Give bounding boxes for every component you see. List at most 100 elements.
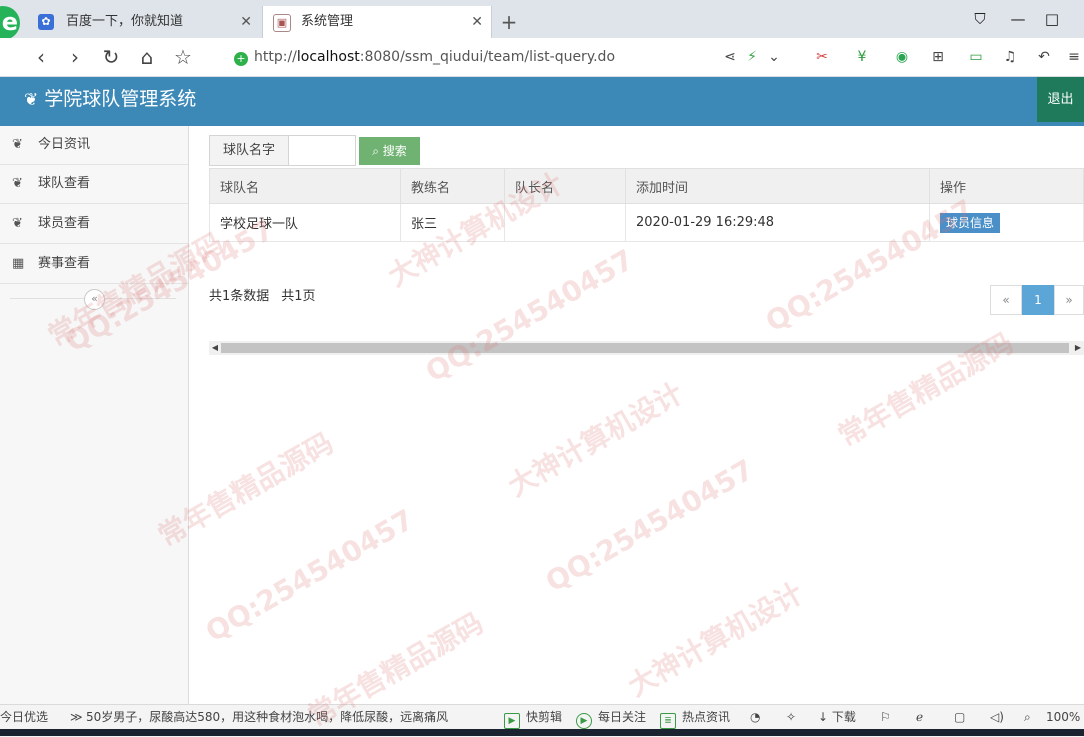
app-header: ❦ 学院球队管理系统 退出: [0, 77, 1084, 126]
tab-title: 百度一下，你就知道: [66, 14, 184, 29]
sidebar-item-teams[interactable]: ❦ 球队查看: [0, 165, 188, 204]
page-count: 共1页: [281, 289, 316, 304]
column-header-added: 添加时间: [625, 168, 930, 204]
tab-title: 系统管理: [301, 14, 354, 29]
next-page-button[interactable]: »: [1054, 285, 1084, 315]
status-featured[interactable]: 今日优选: [0, 705, 48, 729]
logout-button[interactable]: 退出: [1037, 77, 1084, 122]
sidebar-item-label: 球员查看: [38, 216, 91, 231]
search-icon: ⌕: [372, 144, 379, 158]
browser-tab-baidu[interactable]: ✿ 百度一下，你就知道 ✕: [28, 6, 260, 38]
play-icon: ▶: [504, 713, 520, 729]
watermark-qq: QQ:254540457: [540, 452, 760, 599]
battery-icon[interactable]: ▭: [966, 47, 986, 67]
url-host: localhost: [296, 49, 360, 65]
status-item-label: 每日关注: [598, 710, 647, 724]
sidebar-item-news[interactable]: ❦ 今日资讯: [0, 126, 188, 165]
favorite-star-icon[interactable]: ☆: [170, 44, 196, 70]
cell-captain: [504, 203, 626, 242]
status-item-hot[interactable]: ≣ 热点资讯: [660, 705, 730, 729]
app-title-text: 学院球队管理系统: [44, 88, 197, 110]
cell-added: 2020-01-29 16:29:48: [625, 203, 930, 242]
search-input[interactable]: [289, 135, 356, 166]
url-scheme: http://: [254, 49, 297, 65]
app-title: ❦ 学院球队管理系统: [24, 77, 196, 126]
headphones-icon[interactable]: ♫: [1000, 47, 1020, 67]
leaf-icon: ❦: [12, 137, 23, 152]
menu-icon[interactable]: ≡: [1064, 47, 1084, 67]
scroll-right-icon[interactable]: ▶: [1072, 341, 1084, 355]
player-info-button[interactable]: 球员信息: [940, 212, 1001, 233]
status-item-label: 下载: [831, 710, 856, 724]
scissors-icon[interactable]: ✂: [812, 47, 832, 67]
page-icon: ▣: [273, 14, 291, 32]
status-item-label: 热点资讯: [682, 710, 731, 724]
sidebar-item-label: 赛事查看: [38, 256, 91, 271]
column-header-team: 球队名: [209, 168, 401, 204]
chevron-down-icon[interactable]: ≫: [70, 705, 83, 729]
share-icon[interactable]: ⋖: [720, 47, 740, 67]
search-label: 球队名字: [209, 135, 289, 166]
download-icon: ↓: [818, 710, 832, 724]
tools-icon[interactable]: ✧: [786, 705, 796, 729]
secure-icon: +: [234, 52, 248, 66]
scroll-left-icon[interactable]: ◀: [209, 341, 221, 355]
sidebar-collapse-button[interactable]: «: [84, 289, 105, 310]
lightning-icon[interactable]: ⚡: [742, 47, 762, 67]
horizontal-scrollbar[interactable]: ◀ ▶: [209, 341, 1084, 355]
url-path: :8080/ssm_qiudui/team/list-query.do: [359, 49, 616, 65]
column-header-coach: 教练名: [400, 168, 505, 204]
browser-tab-bar: e ✿ 百度一下，你就知道 ✕ ▣ 系统管理 ✕ + ⛉ — □: [0, 0, 1084, 40]
maximize-button[interactable]: □: [1040, 8, 1064, 30]
search-button-label: 搜索: [382, 144, 407, 158]
undo-icon[interactable]: ↶: [1034, 47, 1054, 67]
sidebar-item-players[interactable]: ❦ 球员查看: [0, 205, 188, 244]
watermark-design: 大神计算机设计: [502, 376, 689, 503]
new-tab-button[interactable]: +: [497, 8, 521, 36]
play-icon: ▶: [576, 713, 592, 729]
sidebar: ❦ 今日资讯 ❦ 球队查看 ❦ 球员查看 ▦ 赛事查看 «: [0, 126, 189, 704]
address-bar[interactable]: + http://localhost:8080/ssm_qiudui/team/l…: [228, 43, 698, 71]
watermark-design: 大神计算机设计: [622, 576, 809, 703]
reader-icon[interactable]: ◉: [892, 47, 912, 67]
apps-icon[interactable]: ⊞: [928, 47, 948, 67]
news-icon: ≣: [660, 713, 676, 729]
ie-icon[interactable]: ℯ: [916, 705, 923, 729]
watermark-qq: QQ:254540457: [200, 502, 420, 649]
browser-logo-icon: e: [0, 6, 20, 40]
flag-icon[interactable]: ⚐: [880, 705, 891, 729]
chevron-down-icon[interactable]: ⌄: [764, 47, 784, 67]
calendar-icon: ▦: [12, 256, 25, 271]
scrollbar-thumb[interactable]: [221, 343, 1069, 353]
search-button[interactable]: ⌕ 搜索: [359, 137, 420, 165]
close-icon[interactable]: ✕: [471, 6, 483, 38]
prev-page-button[interactable]: «: [990, 285, 1022, 315]
volume-icon[interactable]: ◁): [990, 705, 1004, 729]
leaf-icon: ❦: [12, 176, 23, 191]
paw-icon: ✿: [38, 14, 54, 30]
zoom-icon[interactable]: ⌕: [1024, 705, 1031, 729]
status-item-daily[interactable]: ▶ 每日关注: [576, 705, 646, 729]
back-button[interactable]: ‹: [28, 44, 54, 70]
sidebar-item-matches[interactable]: ▦ 赛事查看: [0, 245, 188, 284]
browser-tab-system[interactable]: ▣ 系统管理 ✕: [262, 6, 492, 38]
refresh-button[interactable]: ↻: [98, 44, 124, 70]
forward-button[interactable]: ›: [62, 44, 88, 70]
window-icon[interactable]: ▢: [954, 705, 965, 729]
home-button[interactable]: ⌂: [134, 44, 160, 70]
cell-action: 球员信息: [929, 203, 1084, 242]
close-icon[interactable]: ✕: [240, 6, 252, 38]
leaf-icon: ❦: [12, 216, 23, 231]
zoom-level[interactable]: 100%: [1046, 705, 1080, 729]
os-taskbar: [0, 729, 1084, 736]
minimize-button[interactable]: —: [1006, 8, 1030, 30]
status-news[interactable]: 50岁男子，尿酸高达580，用这种食材泡水喝，降低尿酸，远离痛风: [86, 705, 448, 729]
table-header-row: 球队名 教练名 队长名 添加时间 操作: [209, 168, 1084, 204]
money-icon[interactable]: ¥: [852, 47, 872, 67]
page-button-current[interactable]: 1: [1022, 285, 1054, 315]
cell-team: 学校足球一队: [209, 203, 401, 242]
accelerate-icon[interactable]: ◔: [750, 705, 760, 729]
status-item-download[interactable]: ↓ 下载: [818, 705, 856, 729]
status-item-quick-edit[interactable]: ▶ 快剪辑: [504, 705, 562, 729]
skin-icon[interactable]: ⛉: [968, 8, 992, 30]
